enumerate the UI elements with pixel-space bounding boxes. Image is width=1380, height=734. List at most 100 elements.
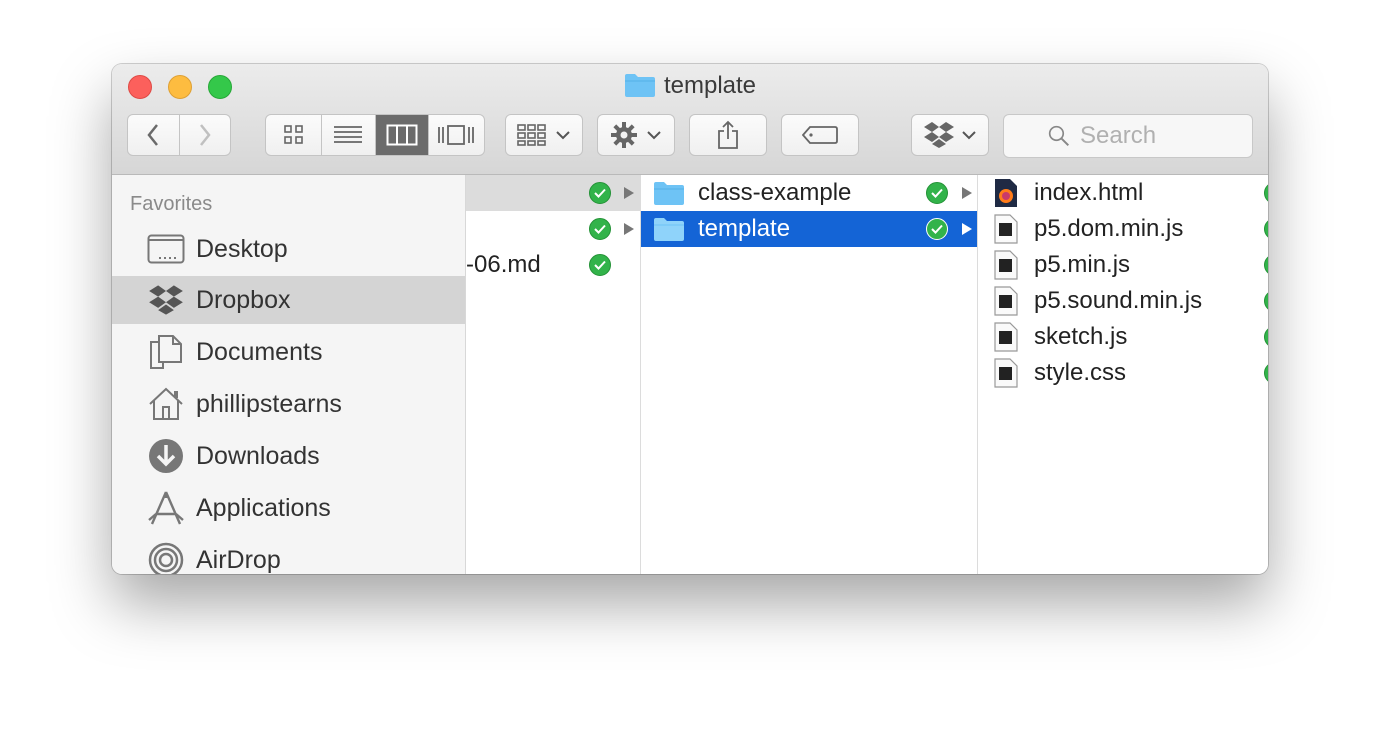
- window-title-text: template: [663, 72, 757, 99]
- search-input[interactable]: [1078, 121, 1252, 151]
- sync-check-icon: [1264, 254, 1268, 276]
- list-view-button[interactable]: [322, 115, 376, 155]
- disclosure-arrow-icon: [962, 187, 972, 199]
- js-file-icon: [994, 286, 1018, 316]
- sidebar-section-header: Favorites: [130, 193, 213, 215]
- sync-check-icon: [926, 182, 948, 204]
- item-label: template: [698, 215, 791, 242]
- tags-button[interactable]: [781, 114, 859, 156]
- sidebar-item-downloads[interactable]: Downloads: [112, 432, 465, 480]
- grid-icon: [283, 125, 303, 144]
- list-item-selected[interactable]: template: [641, 211, 977, 247]
- applications-icon: [146, 488, 186, 528]
- sidebar-item-label: Downloads: [196, 441, 320, 470]
- html-file-icon: [995, 179, 1017, 207]
- action-button[interactable]: [597, 114, 675, 156]
- disclosure-arrow-icon: [624, 187, 634, 199]
- item-label: index.html: [1034, 179, 1144, 206]
- sidebar-item-label: AirDrop: [196, 545, 281, 574]
- sidebar: Favorites Desktop Dropbox Documents phil…: [112, 175, 466, 574]
- downloads-icon: [146, 436, 186, 476]
- sidebar-item-label: Applications: [196, 493, 331, 522]
- search-field[interactable]: [1003, 114, 1253, 158]
- tag-icon: [802, 126, 838, 144]
- item-label: -06.md: [466, 251, 541, 278]
- js-file-icon: [994, 214, 1018, 244]
- group-by-button[interactable]: [505, 114, 583, 156]
- chevron-down-icon: [556, 131, 570, 140]
- sync-check-icon: [589, 254, 611, 276]
- folder-icon: [624, 74, 655, 97]
- sidebar-item-desktop[interactable]: Desktop: [112, 225, 465, 273]
- sidebar-item-airdrop[interactable]: AirDrop: [112, 536, 465, 574]
- folder-icon: [654, 218, 684, 241]
- sync-check-icon: [589, 218, 611, 240]
- sidebar-item-documents[interactable]: Documents: [112, 328, 465, 376]
- sync-check-icon: [1264, 290, 1268, 312]
- search-icon: [1048, 125, 1070, 147]
- dropbox-icon: [146, 280, 186, 320]
- item-label: p5.min.js: [1034, 251, 1131, 278]
- item-label: p5.dom.min.js: [1034, 215, 1184, 242]
- list-item[interactable]: style.css: [978, 355, 1268, 391]
- css-file-icon: [994, 358, 1018, 388]
- sync-check-icon: [1264, 182, 1268, 204]
- share-icon: [718, 120, 738, 149]
- finder-window: template Search Favorites Desktop Dropbo…: [112, 64, 1268, 574]
- sync-check-icon: [1264, 362, 1268, 384]
- gallery-icon: [438, 125, 475, 145]
- list-item[interactable]: -06.md: [466, 247, 640, 283]
- chevron-right-icon: [199, 124, 211, 146]
- desktop-icon: [146, 229, 186, 269]
- gallery-view-button[interactable]: [429, 115, 484, 155]
- sync-check-icon: [1264, 218, 1268, 240]
- list-item[interactable]: p5.dom.min.js: [978, 211, 1268, 247]
- columns-icon: [386, 124, 418, 146]
- dropbox-menu-button[interactable]: [911, 114, 989, 156]
- documents-icon: [146, 332, 186, 372]
- view-mode-group: [265, 114, 485, 156]
- share-button[interactable]: [689, 114, 767, 156]
- sidebar-item-label: Desktop: [196, 234, 288, 263]
- disclosure-arrow-icon: [624, 223, 634, 235]
- home-icon: [146, 384, 186, 424]
- sidebar-item-dropbox[interactable]: Dropbox: [112, 276, 465, 324]
- column-view-button[interactable]: [375, 115, 429, 155]
- browser-column-3: index.html p5.dom.min.js p5.min.js p5.so…: [978, 175, 1268, 574]
- list-item[interactable]: [466, 211, 640, 247]
- window-title: template: [112, 72, 1268, 100]
- airdrop-icon: [146, 540, 186, 574]
- icon-view-button[interactable]: [266, 115, 323, 155]
- gear-icon: [611, 122, 637, 148]
- sync-check-icon: [589, 182, 611, 204]
- forward-button[interactable]: [180, 115, 231, 155]
- sidebar-item-label: phillipstearns: [196, 389, 342, 418]
- chevron-down-icon: [962, 131, 976, 140]
- browser-column-1: -06.md: [466, 175, 641, 574]
- group-icon: [517, 124, 546, 146]
- folder-icon: [654, 182, 684, 205]
- browser-column-2: class-example template: [641, 175, 978, 574]
- dropbox-icon: [924, 122, 954, 148]
- list-item[interactable]: p5.min.js: [978, 247, 1268, 283]
- list-item[interactable]: [466, 175, 640, 211]
- sync-check-icon: [1264, 326, 1268, 348]
- list-item[interactable]: class-example: [641, 175, 977, 211]
- item-label: sketch.js: [1034, 323, 1128, 350]
- chevron-down-icon: [647, 131, 661, 140]
- js-file-icon: [994, 250, 1018, 280]
- toolbar: template: [112, 64, 1268, 175]
- back-forward-group: [127, 114, 231, 156]
- list-item[interactable]: p5.sound.min.js: [978, 283, 1268, 319]
- item-label: p5.sound.min.js: [1034, 287, 1203, 314]
- sidebar-item-label: Documents: [196, 337, 323, 366]
- disclosure-arrow-icon: [962, 223, 972, 235]
- sidebar-item-applications[interactable]: Applications: [112, 484, 465, 532]
- sidebar-item-label: Dropbox: [196, 285, 291, 314]
- list-item[interactable]: sketch.js: [978, 319, 1268, 355]
- item-label: style.css: [1034, 359, 1127, 386]
- sidebar-item-home[interactable]: phillipstearns: [112, 380, 465, 428]
- item-label: class-example: [698, 179, 852, 206]
- back-button[interactable]: [128, 115, 180, 155]
- list-item[interactable]: index.html: [978, 175, 1268, 211]
